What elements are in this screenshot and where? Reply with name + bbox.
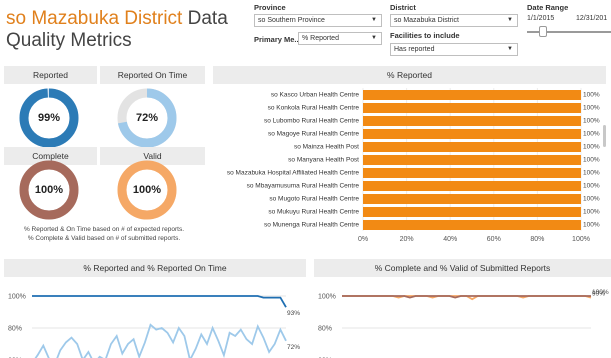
title-district: so Mazabuka District — [6, 8, 183, 29]
category-label: so Konkola Rural Health Centre — [268, 105, 360, 112]
category-label: so Mazabuka Hospital Affiliated Health C… — [227, 170, 360, 177]
category-label: so Kasco Urban Health Centre — [271, 92, 360, 99]
category-label: so Lubombo Rural Health Centre — [264, 118, 359, 125]
category-label: so Munenga Rural Health Centre — [264, 222, 359, 229]
series-line[interactable] — [32, 323, 287, 358]
chevron-down-icon: ▼ — [371, 35, 377, 41]
category-label: so Magoye Rural Health Centre — [268, 131, 359, 138]
bar-data-label: 100% — [583, 144, 600, 151]
bar[interactable] — [363, 142, 581, 152]
complete-valid-line-chart: 100%80%60%99%100% — [318, 289, 609, 358]
bar-data-label: 100% — [583, 196, 600, 203]
date-end: 12/31/201 — [576, 15, 608, 22]
bar[interactable] — [363, 155, 581, 165]
bar[interactable] — [363, 181, 581, 191]
kpi-note-line1: % Reported & On Time based on # of expec… — [23, 226, 185, 233]
bar[interactable] — [363, 168, 581, 178]
date-range-label: Date Range — [527, 3, 569, 12]
series-end-label: 72% — [287, 344, 300, 351]
kpi-valid-donut: 100% — [115, 158, 179, 222]
date-start: 1/1/2015 — [527, 15, 555, 22]
x-tick-label: 80% — [530, 236, 544, 243]
kpi-reported-value: 99% — [37, 112, 61, 124]
province-label: Province — [254, 3, 286, 12]
bar-data-label: 100% — [583, 92, 600, 99]
bar[interactable] — [363, 103, 581, 113]
bar[interactable] — [363, 116, 581, 126]
series-line[interactable] — [342, 295, 591, 299]
bar-data-label: 100% — [583, 131, 600, 138]
x-tick-label: 0% — [358, 236, 368, 243]
kpi-note-line2: % Complete & Valid based on # of submitt… — [27, 235, 181, 242]
kpi-complete-value: 100% — [34, 184, 64, 196]
line-chart-1-title: % Reported and % Reported On Time — [4, 259, 306, 277]
district-label: District — [390, 3, 416, 12]
category-label: so Mugoto Rural Health Centre — [269, 196, 359, 203]
x-tick-label: 100% — [572, 236, 590, 243]
bar-data-label: 100% — [583, 222, 600, 229]
y-tick-label: 80% — [318, 326, 332, 333]
series-line[interactable] — [32, 295, 287, 308]
category-label: so Mainza Health Post — [294, 144, 359, 151]
primary-measure-label: Primary Me... — [254, 35, 301, 44]
kpi-reported-title: Reported — [4, 66, 97, 84]
bar[interactable] — [363, 207, 581, 217]
chevron-down-icon: ▼ — [371, 17, 377, 23]
y-tick-label: 80% — [8, 326, 22, 333]
chevron-down-icon: ▼ — [507, 17, 513, 23]
category-label: so Manyana Health Post — [288, 157, 359, 164]
province-select[interactable]: so Southern Province ▼ — [254, 14, 382, 27]
bar-data-label: 100% — [583, 157, 600, 164]
y-tick-label: 100% — [8, 294, 26, 301]
bar[interactable] — [363, 129, 581, 139]
category-label: so Mbayamusuma Rural Health Centre — [247, 183, 360, 190]
bar[interactable] — [363, 220, 581, 230]
page-title: so Mazabuka District Data Quality Metric… — [6, 8, 251, 52]
bar-chart-scrollbar[interactable] — [603, 125, 606, 147]
x-tick-label: 60% — [487, 236, 501, 243]
district-select-value: so Mazabuka District — [394, 17, 459, 24]
kpi-reported-donut: 99% — [17, 86, 81, 150]
x-tick-label: 40% — [443, 236, 457, 243]
facilities-select[interactable]: Has reported ▼ — [390, 43, 518, 56]
kpi-on-time-title: Reported On Time — [100, 66, 205, 84]
y-tick-label: 100% — [318, 294, 336, 301]
category-label: so Mukuyu Rural Health Centre — [268, 209, 359, 216]
reported-on-time-line-chart: 100%80%60%93%72% — [8, 294, 300, 358]
province-select-value: so Southern Province — [258, 17, 325, 24]
facilities-label: Facilities to include — [390, 31, 460, 40]
bar[interactable] — [363, 90, 581, 100]
series-end-label: 93% — [287, 310, 300, 317]
date-range-slider-handle[interactable] — [539, 26, 547, 37]
kpi-complete-donut: 100% — [17, 158, 81, 222]
primary-measure-select[interactable]: % Reported ▼ — [298, 32, 382, 45]
kpi-valid-value: 100% — [132, 184, 162, 196]
series-end-label: 100% — [592, 289, 609, 296]
line-chart-2-title: % Complete and % Valid of Submitted Repo… — [314, 259, 611, 277]
x-tick-label: 20% — [400, 236, 414, 243]
district-select[interactable]: so Mazabuka District ▼ — [390, 14, 518, 27]
bar-data-label: 100% — [583, 209, 600, 216]
bar-chart-title: % Reported — [213, 66, 606, 84]
facilities-select-value: Has reported — [394, 46, 435, 53]
chevron-down-icon: ▼ — [507, 46, 513, 52]
bar[interactable] — [363, 194, 581, 204]
primary-measure-value: % Reported — [302, 35, 339, 42]
bar-data-label: 100% — [583, 105, 600, 112]
bar-data-label: 100% — [583, 118, 600, 125]
reported-bar-chart: 0% 20% 40% 60% 80% 100% so Kasco Urban Health … — [227, 88, 600, 243]
kpi-on-time-donut: 72% — [115, 86, 179, 150]
kpi-on-time-value: 72% — [135, 112, 159, 124]
bar-data-label: 100% — [583, 183, 600, 190]
bar-data-label: 100% — [583, 170, 600, 177]
